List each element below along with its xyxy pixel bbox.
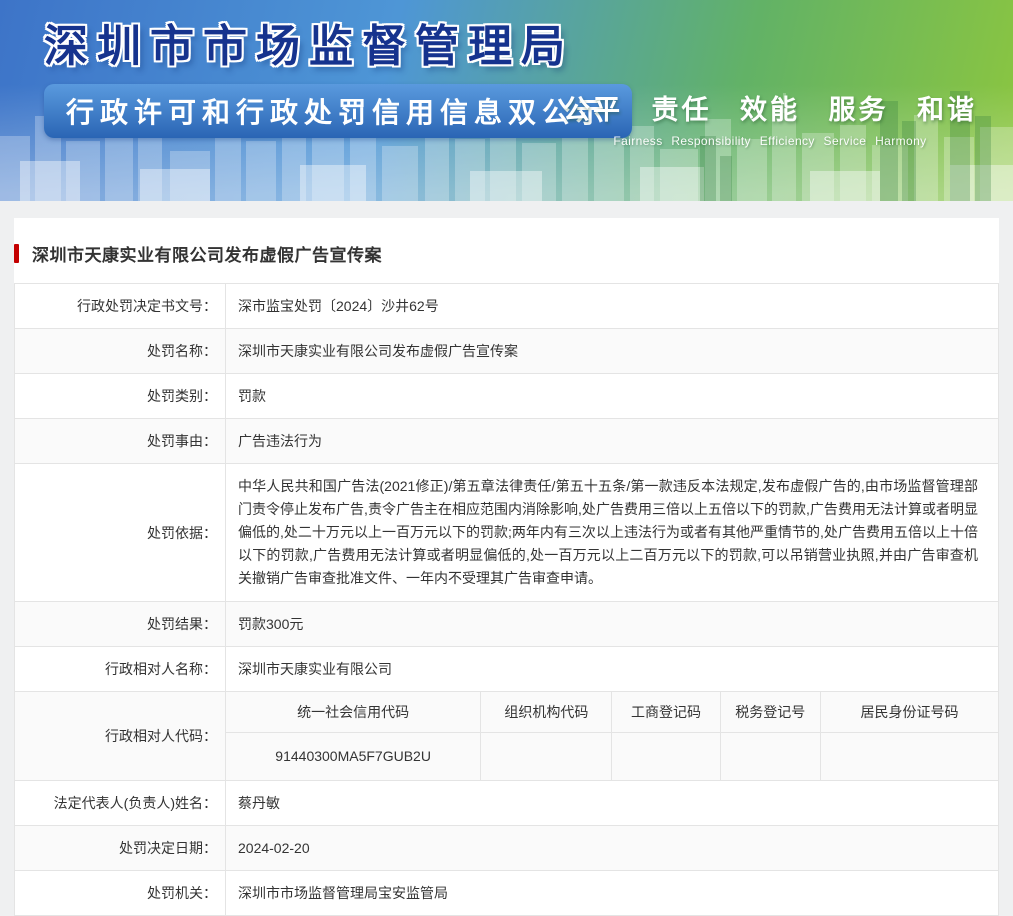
field-value: 罚款300元	[225, 601, 999, 647]
field-label: 处罚依据：	[14, 463, 226, 602]
banner-slogan: 公平 责任 效能 服务 和谐 Fairness Responsibility E…	[563, 88, 977, 148]
table-row-penalty-reason: 处罚事由： 广告违法行为	[14, 418, 999, 464]
field-label: 处罚结果：	[14, 601, 226, 647]
field-value: 深圳市市场监督管理局宝安监管局	[225, 870, 999, 916]
slogan-english: Fairness Responsibility Efficiency Servi…	[613, 134, 927, 148]
site-banner: 深圳市市场监督管理局 行政许可和行政处罚信用信息双公示 公平 责任 效能 服务 …	[0, 0, 1013, 201]
code-value-tax	[719, 731, 821, 780]
code-header-tax: 税务登记号	[719, 692, 821, 733]
field-label: 行政相对人名称：	[14, 646, 226, 692]
field-label: 法定代表人(负责人)姓名：	[14, 780, 226, 826]
field-value: 蔡丹敏	[225, 780, 999, 826]
code-value-business	[611, 731, 721, 780]
field-label: 行政相对人代码：	[14, 691, 226, 781]
field-value: 罚款	[225, 373, 999, 419]
table-row-party-codes: 行政相对人代码： 统一社会信用代码 组织机构代码 工商登记码 税务登记号 居民身…	[14, 691, 999, 781]
code-value-uscc: 91440300MA5F7GUB2U	[226, 731, 482, 780]
agency-title: 深圳市市场监督管理局	[44, 22, 574, 71]
field-value: 中华人民共和国广告法(2021修正)/第五章法律责任/第五十五条/第一款违反本法…	[225, 463, 999, 602]
table-row-penalty-basis: 处罚依据： 中华人民共和国广告法(2021修正)/第五章法律责任/第五十五条/第…	[14, 463, 999, 602]
slogan-chinese: 公平 责任 效能 服务 和谐	[562, 95, 977, 125]
field-value: 深圳市天康实业有限公司发布虚假广告宣传案	[225, 328, 999, 374]
table-row-penalty-name: 处罚名称： 深圳市天康实业有限公司发布虚假广告宣传案	[14, 328, 999, 374]
codes-sub-table: 统一社会信用代码 组织机构代码 工商登记码 税务登记号 居民身份证号码 9144…	[226, 692, 998, 780]
table-row-penalty-authority: 处罚机关： 深圳市市场监督管理局宝安监管局	[14, 870, 999, 916]
table-row-penalty-result: 处罚结果： 罚款300元	[14, 601, 999, 647]
code-header-org: 组织机构代码	[480, 692, 613, 733]
field-value: 2024-02-20	[225, 825, 999, 871]
penalty-info-table: 行政处罚决定书文号： 深市监宝处罚〔2024〕沙井62号 处罚名称： 深圳市天康…	[14, 283, 999, 916]
field-value: 深圳市天康实业有限公司	[225, 646, 999, 692]
table-row-legal-representative: 法定代表人(负责人)姓名： 蔡丹敏	[14, 780, 999, 826]
table-row-decision-number: 行政处罚决定书文号： 深市监宝处罚〔2024〕沙井62号	[14, 283, 999, 329]
code-header-uscc: 统一社会信用代码	[226, 692, 482, 733]
table-row-party-name: 行政相对人名称： 深圳市天康实业有限公司	[14, 646, 999, 692]
codes-cell: 统一社会信用代码 组织机构代码 工商登记码 税务登记号 居民身份证号码 9144…	[225, 691, 999, 781]
field-label: 处罚决定日期：	[14, 825, 226, 871]
code-value-id	[819, 731, 998, 780]
page-title-row: 深圳市天康实业有限公司发布虚假广告宣传案	[14, 218, 999, 283]
banner-subtitle: 行政许可和行政处罚信用信息双公示	[44, 84, 633, 138]
field-label: 行政处罚决定书文号：	[14, 283, 226, 329]
table-row-penalty-category: 处罚类别： 罚款	[14, 373, 999, 419]
code-value-org	[480, 731, 613, 780]
code-header-business: 工商登记码	[611, 692, 721, 733]
field-label: 处罚事由：	[14, 418, 226, 464]
page-title: 深圳市天康实业有限公司发布虚假广告宣传案	[32, 246, 382, 265]
field-value: 广告违法行为	[225, 418, 999, 464]
content-panel: 深圳市天康实业有限公司发布虚假广告宣传案 行政处罚决定书文号： 深市监宝处罚〔2…	[14, 218, 999, 916]
field-value: 深市监宝处罚〔2024〕沙井62号	[225, 283, 999, 329]
title-accent-bar	[14, 244, 19, 263]
field-label: 处罚机关：	[14, 870, 226, 916]
code-header-id: 居民身份证号码	[819, 692, 998, 733]
codes-value-row: 91440300MA5F7GUB2U	[226, 731, 998, 780]
field-label: 处罚类别：	[14, 373, 226, 419]
table-row-decision-date: 处罚决定日期： 2024-02-20	[14, 825, 999, 871]
field-label: 处罚名称：	[14, 328, 226, 374]
codes-header-row: 统一社会信用代码 组织机构代码 工商登记码 税务登记号 居民身份证号码	[226, 692, 998, 733]
